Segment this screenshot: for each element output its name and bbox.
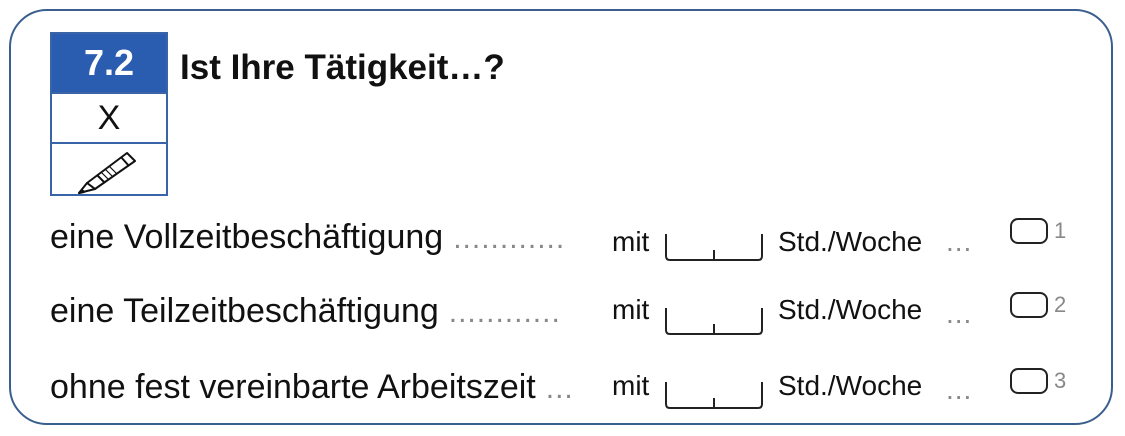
unit-label: Std./Woche [778,370,923,401]
hours-input[interactable] [664,228,764,262]
answer-code: 1 [1054,218,1067,243]
option-row: eine Teilzeitbeschäftigung............ m… [0,292,1125,352]
option-row: eine Vollzeitbeschäftigung............ m… [0,218,1125,278]
trailing-dots: ... [946,298,973,329]
leader-dots: ............ [448,296,561,329]
question-number: 7.2 [52,34,166,92]
question-marker: X [52,92,166,144]
checkbox-vollzeit[interactable] [1010,218,1048,244]
leader-dots: ............ [453,222,566,255]
checkbox-ohne-feste-arbeitszeit[interactable] [1010,368,1048,394]
mit-label: mit [612,294,650,325]
leader-dots: ... [545,372,574,405]
hours-input[interactable] [664,302,764,336]
trailing-dots: ... [946,374,973,405]
checkbox-teilzeit[interactable] [1010,292,1048,318]
answer-code: 2 [1054,292,1067,317]
trailing-dots: ... [946,226,973,257]
option-label: eine Vollzeitbeschäftigung [50,218,444,256]
question-number-box: 7.2 X [50,32,168,196]
unit-label: Std./Woche [778,226,923,257]
question-frame [9,9,1113,425]
pencil-icon [52,144,166,196]
mit-label: mit [612,226,650,257]
option-label: ohne fest vereinbarte Arbeitszeit [50,368,536,406]
mit-label: mit [612,370,650,401]
option-label: eine Teilzeitbeschäftigung [50,292,439,330]
question-title: Ist Ihre Tätigkeit…? [180,48,505,87]
answer-code: 3 [1054,368,1067,393]
option-row: ohne fest vereinbarte Arbeitszeit... mit… [0,368,1125,428]
hours-input[interactable] [664,376,764,410]
unit-label: Std./Woche [778,294,923,325]
